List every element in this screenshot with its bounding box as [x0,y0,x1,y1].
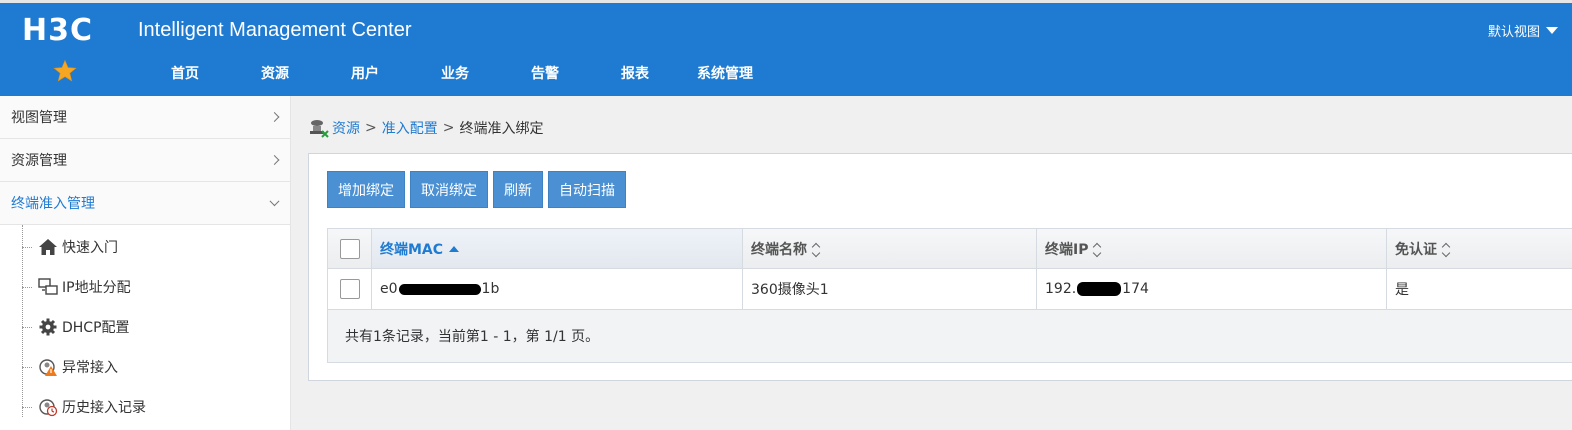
redaction-mark [1077,282,1122,296]
sidebar-section-label: 视图管理 [11,110,67,126]
sidebar-item-label: 异常接入 [62,360,118,376]
caret-down-icon [1546,27,1558,34]
nav-resources[interactable]: 资源 [230,63,320,83]
sidebar-item-abnormal-access[interactable]: 异常接入 [0,347,290,387]
mac-prefix: e0 [380,281,398,297]
sidebar-section-view-management[interactable]: 视图管理 [0,96,290,139]
remove-binding-button[interactable]: 取消绑定 [410,171,488,208]
cell-ip: 192. 174 [1037,269,1387,309]
toolbar: 增加绑定 取消绑定 刷新 自动扫描 [327,171,626,208]
sort-icon [1093,242,1102,257]
header-select-cell [328,229,372,268]
content-panel: 增加绑定 取消绑定 刷新 自动扫描 终端MAC 终端名称 终端IP 免认证 e0… [308,153,1572,381]
app-header: H3C Intelligent Management Center 默认视图 首… [0,3,1572,96]
cell-name: 360摄像头1 [743,269,1037,309]
table-header: 终端MAC 终端名称 终端IP 免认证 [328,229,1572,269]
sidebar: 视图管理 资源管理 终端准入管理 快速入门 IP地址分配 DHCP配置 异常接入… [0,96,291,430]
add-binding-button[interactable]: 增加绑定 [327,171,405,208]
chevron-right-icon [269,155,280,165]
cell-exempt: 是 [1395,282,1409,298]
column-header-label: 终端IP [1045,241,1089,258]
sidebar-item-label: 快速入门 [62,240,118,256]
nav-alarms[interactable]: 告警 [500,63,590,83]
chevron-right-icon [269,112,280,122]
sort-icon [1441,242,1451,257]
sort-icon [811,242,821,257]
nav-system-management[interactable]: 系统管理 [680,63,770,83]
h3c-logo[interactable]: H3C [22,13,93,48]
terminal-access-icon [310,120,329,138]
auto-scan-button[interactable]: 自动扫描 [548,171,626,208]
main-nav: 首页 资源 用户 业务 告警 报表 系统管理 [140,63,770,83]
sidebar-item-ip-allocation[interactable]: IP地址分配 [0,267,290,307]
breadcrumb-access-config-link[interactable]: 准入配置 [382,118,438,138]
column-header-mac[interactable]: 终端MAC [372,229,743,268]
column-header-label: 终端名称 [751,241,807,258]
sidebar-section-label: 终端准入管理 [11,196,95,212]
sidebar-section-label: 资源管理 [11,153,67,169]
column-header-ip[interactable]: 终端IP [1037,229,1387,268]
alert-access-icon [38,357,58,377]
table-footer: 共有1条记录，当前第1 - 1，第 1/1 页。 [328,310,1572,362]
house-icon [38,237,58,257]
history-icon [38,397,58,417]
sidebar-item-label: 历史接入记录 [62,400,146,416]
breadcrumb-current: 终端准入绑定 [459,121,544,137]
network-icon [38,277,58,297]
sidebar-item-label: DHCP配置 [62,320,130,336]
sidebar-item-label: IP地址分配 [62,280,131,296]
select-all-checkbox[interactable] [339,238,360,259]
nav-services[interactable]: 业务 [410,63,500,83]
sidebar-item-access-history[interactable]: 历史接入记录 [0,387,290,427]
view-switch-dropdown[interactable]: 默认视图 [1488,21,1558,40]
breadcrumb: 资源 > 准入配置 > 终端准入绑定 [308,117,543,139]
sidebar-item-quick-start[interactable]: 快速入门 [0,227,290,267]
star-icon[interactable] [53,59,77,83]
view-switch-label: 默认视图 [1487,25,1540,40]
sidebar-section-resource-management[interactable]: 资源管理 [0,139,290,182]
column-header-label: 免认证 [1395,241,1437,258]
app-title: Intelligent Management Center [138,19,412,41]
mac-suffix: 1b [481,281,500,297]
column-header-label: 终端MAC [380,241,444,258]
binding-table: 终端MAC 终端名称 终端IP 免认证 e0 1b 360摄像头1 192. 1… [327,228,1572,363]
breadcrumb-resources-link[interactable]: 资源 [332,118,360,138]
sidebar-sub-list: 快速入门 IP地址分配 DHCP配置 异常接入 历史接入记录 [0,225,290,427]
table-row[interactable]: e0 1b 360摄像头1 192. 174 是 [328,269,1572,310]
sidebar-item-dhcp-config[interactable]: DHCP配置 [0,307,290,347]
refresh-button[interactable]: 刷新 [493,171,543,208]
cell-mac: e0 1b [372,269,743,309]
breadcrumb-separator: > [365,120,377,136]
gear-icon [38,317,58,337]
sort-ascending-icon [449,245,460,252]
ip-suffix: 174 [1122,281,1149,297]
column-header-exempt[interactable]: 免认证 [1387,229,1572,268]
nav-home[interactable]: 首页 [140,63,230,83]
chevron-down-icon [269,196,280,207]
breadcrumb-separator: > [442,120,455,136]
nav-reports[interactable]: 报表 [590,63,680,83]
ip-prefix: 192. [1045,281,1077,297]
row-select-cell [328,269,372,309]
redaction-mark [398,283,481,295]
nav-users[interactable]: 用户 [320,63,410,83]
column-header-name[interactable]: 终端名称 [743,229,1037,268]
sidebar-section-terminal-access-management[interactable]: 终端准入管理 [0,182,290,225]
row-checkbox[interactable] [339,279,360,299]
